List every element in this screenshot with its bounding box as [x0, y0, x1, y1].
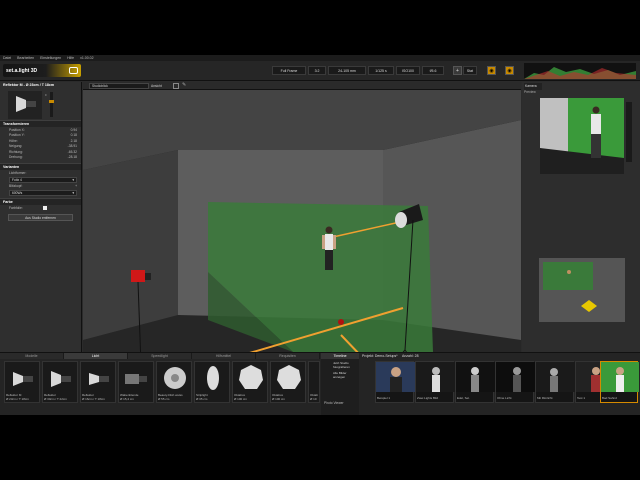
stat-button[interactable]: Stat: [463, 66, 477, 75]
preview-slider[interactable]: [626, 102, 632, 162]
section-variants[interactable]: Varianten: [0, 163, 81, 170]
grid-icon[interactable]: [173, 83, 179, 89]
position-icon[interactable]: +: [453, 66, 462, 75]
aperture-select[interactable]: f/5.6: [422, 66, 444, 75]
head-label: Blitzkopf:: [9, 184, 23, 189]
section-transform[interactable]: Transformieren: [0, 120, 81, 127]
show-all-button[interactable]: Alle Bilder anzeigen: [321, 370, 359, 380]
chevron-down-icon: ▾: [72, 191, 74, 195]
prop-label: Neigung:: [9, 144, 23, 149]
version-label: v1.00.02: [80, 56, 94, 60]
histogram: [524, 63, 636, 79]
floor-plan[interactable]: [539, 258, 625, 322]
library-item[interactable]: Wabenblende Ø 15,4 cm: [118, 361, 154, 403]
head-select[interactable]: 600Ws ▾: [9, 190, 77, 196]
library-item[interactable]: Reflektor MØ 23cm / T 18cm: [4, 361, 40, 403]
photo-camera-icon[interactable]: ◉: [505, 66, 514, 75]
filter-label: Farbfolie:: [9, 205, 23, 210]
logo-badge-icon: [69, 67, 78, 74]
add-icon[interactable]: +: [75, 184, 77, 188]
iso-select[interactable]: ISO100: [396, 66, 420, 75]
photo-thumb[interactable]: Mit Rimlicht: [535, 361, 575, 403]
library-item[interactable]: Reflektor Ø 30cm / T 22cm: [42, 361, 78, 403]
prop-label: Position Y:: [9, 133, 25, 138]
filter-row: Farbfolie:: [0, 205, 81, 211]
library-item[interactable]: Beauty-Dish weiss Ø 55 cm: [156, 361, 192, 403]
tab-speedlight[interactable]: Speedlight: [128, 353, 192, 359]
photo-viewer-button[interactable]: Photo Viewer: [324, 401, 344, 405]
library-item[interactable]: Oktabox Ø 100 cm: [270, 361, 306, 403]
prop-value[interactable]: 2.18: [71, 139, 77, 143]
prop-value[interactable]: 0.94: [71, 128, 77, 132]
camera-icon[interactable]: ◉: [487, 66, 496, 75]
remove-from-studio-button[interactable]: Aus Studio entfernen: [8, 213, 73, 221]
lens-select[interactable]: 24-105 mm: [328, 66, 366, 75]
prop-value[interactable]: 0.18: [71, 133, 77, 137]
photo-thumb-selected[interactable]: Bad Sahnd: [600, 361, 639, 403]
aspect-select[interactable]: 3:2: [308, 66, 326, 75]
prop-label: Position X:: [9, 127, 25, 132]
prop-value[interactable]: -65.32: [68, 150, 77, 154]
shutter-select[interactable]: 1/125 s: [368, 66, 394, 75]
prop-label: Richtung:: [9, 149, 23, 154]
object-preview: ≡: [0, 88, 81, 120]
library-tabs: Modelle Licht Speedlight Hilfsmittel Req…: [0, 353, 320, 359]
menu-edit[interactable]: Bearbeiten: [17, 56, 34, 60]
menu-help[interactable]: Hilfe: [67, 56, 74, 60]
filter-checkbox[interactable]: [43, 205, 47, 210]
app-logo: set.a.light 3D: [3, 64, 81, 77]
tab-models[interactable]: Modelle: [0, 353, 64, 359]
former-label: Lichtformer:: [9, 170, 27, 175]
prop-label: Höhe:: [9, 138, 18, 143]
tab-tools[interactable]: Hilfsmittel: [192, 353, 256, 359]
library-item[interactable]: Oktabox Ø 100 cm: [232, 361, 268, 403]
count-label: Anzahl: 28: [402, 354, 419, 358]
preview-label: Preview: [524, 90, 536, 94]
tab-camera[interactable]: Kamera: [524, 83, 542, 90]
library-item[interactable]: Striplight Ø 35 cm: [194, 361, 230, 403]
svg-text:≡: ≡: [45, 93, 47, 97]
prop-value[interactable]: -28.18: [68, 155, 77, 159]
chevron-down-icon: ▾: [72, 177, 74, 182]
take-photo-button[interactable]: Jetzt Studio fotografieren: [321, 359, 359, 370]
toolbar: set.a.light 3D Full Frame 3:2 24-105 mm …: [0, 61, 640, 81]
library-item[interactable]: Oktab Ø 10: [308, 361, 320, 403]
library-panel: Modelle Licht Speedlight Hilfsmittel Req…: [0, 352, 640, 415]
head-label-row: Blitzkopf: +: [0, 184, 81, 190]
prop-row[interactable]: Drehung: -28.18: [0, 155, 81, 161]
viewport-toolbar: Studioblick Ansicht ✎: [83, 82, 521, 90]
library-item[interactable]: Reflektor Ø 16cm / T 18cm: [80, 361, 116, 403]
photo-thumb[interactable]: Edel, Sel.: [455, 361, 495, 403]
app-window: Datei Bearbeiten Einstellungen Hilfe STU…: [0, 55, 640, 415]
photo-thumb[interactable]: Ohne Licht: [495, 361, 535, 403]
menu-file[interactable]: Datei: [3, 56, 11, 60]
view-label: Ansicht: [151, 83, 162, 88]
tab-light[interactable]: Licht: [64, 353, 128, 359]
head-value: 600Ws: [12, 191, 23, 195]
timeline-panel: Timeline Jetzt Studio fotografieren Alle…: [321, 353, 359, 415]
photo-thumb[interactable]: Beispiel 1: [375, 361, 415, 403]
format-select[interactable]: Full Frame: [272, 66, 306, 75]
edit-icon[interactable]: ✎: [182, 82, 186, 88]
section-color[interactable]: Farbe: [0, 198, 81, 205]
prop-label: Drehung:: [9, 155, 23, 160]
tab-props[interactable]: Requisiten: [256, 353, 320, 359]
former-value: Fotix 4: [12, 177, 22, 182]
former-select[interactable]: Fotix 4 ▾: [9, 176, 77, 183]
marker-point[interactable]: [338, 319, 344, 325]
studio-view-select[interactable]: Studioblick: [89, 83, 149, 89]
photo-thumb[interactable]: Zwei Lights Bild: [415, 361, 455, 403]
prop-value[interactable]: -38.91: [68, 144, 77, 148]
logo-text: set.a.light 3D: [6, 67, 38, 74]
menu-settings[interactable]: Einstellungen: [40, 56, 61, 60]
project-label: Projekt: Demo-Setups*: [362, 354, 398, 358]
camera-preview: [540, 98, 624, 174]
